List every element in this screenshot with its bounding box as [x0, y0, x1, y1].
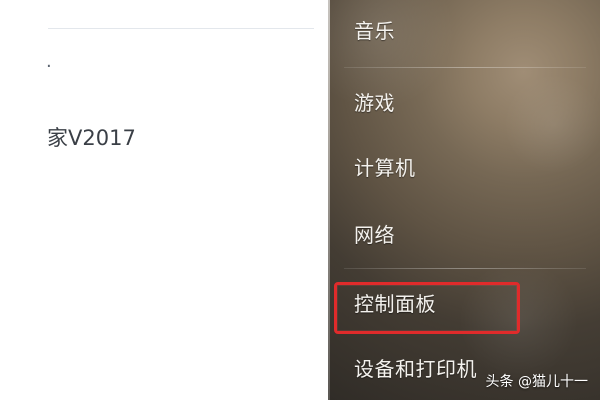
- menu-item-computer[interactable]: 计算机: [354, 151, 416, 185]
- start-menu-right-panel: [328, 0, 600, 400]
- menu-item-network-label: 网络: [354, 223, 395, 247]
- menu-item-devices-and-printers-label: 设备和打印机: [354, 357, 477, 381]
- left-marker: ·: [46, 56, 52, 77]
- menu-item-games[interactable]: 游戏: [354, 86, 395, 120]
- menu-item-network[interactable]: 网络: [354, 218, 395, 252]
- menu-item-control-panel-label: 控制面板: [354, 292, 436, 316]
- left-program-item[interactable]: 家V2017: [47, 124, 136, 152]
- menu-item-control-panel[interactable]: 控制面板: [354, 287, 436, 321]
- menu-divider-top: [344, 67, 586, 68]
- menu-item-computer-label: 计算机: [354, 156, 416, 180]
- menu-item-music-label: 音乐: [354, 19, 395, 43]
- menu-item-games-label: 游戏: [354, 91, 395, 115]
- menu-divider-middle: [344, 268, 586, 269]
- left-panel: · 家V2017: [0, 0, 328, 400]
- menu-item-devices-and-printers[interactable]: 设备和打印机: [354, 352, 477, 386]
- watermark-text: 头条 @猫儿十一: [485, 374, 588, 390]
- menu-item-music[interactable]: 音乐: [354, 14, 395, 48]
- left-divider: [48, 28, 314, 29]
- panel-separator: [328, 0, 330, 400]
